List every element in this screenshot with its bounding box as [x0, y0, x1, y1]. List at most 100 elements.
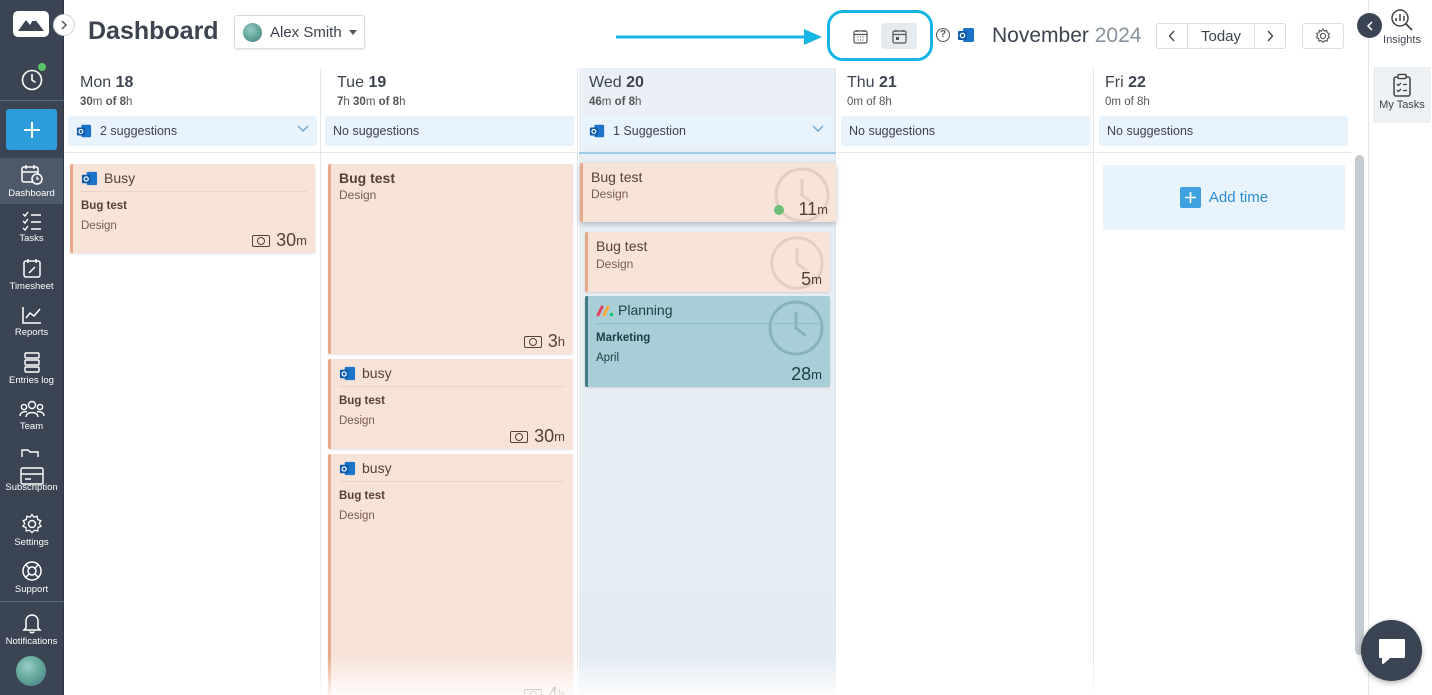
- today-button[interactable]: Today: [1187, 24, 1255, 48]
- duration-unit: m: [811, 272, 822, 287]
- sidebar-item-dashboard[interactable]: Dashboard: [0, 158, 63, 204]
- card-divider: [339, 386, 565, 387]
- unit: m: [365, 96, 376, 108]
- day-view-button[interactable]: [881, 23, 917, 49]
- billable-icon: [252, 234, 271, 247]
- sidebar-item-subscription[interactable]: Subscription: [0, 440, 63, 498]
- user-selector-dropdown[interactable]: Alex Smith: [234, 15, 365, 49]
- panel-item-insights[interactable]: Insights: [1373, 6, 1431, 56]
- time-entry-card[interactable]: busy Bug test Design 30 m: [328, 359, 573, 449]
- chevron-right-icon: [61, 20, 68, 30]
- week-calendar: Mon 18 30m of 8h 2 suggestions Busy Bug …: [64, 68, 1354, 695]
- duration-value: 30: [534, 426, 555, 446]
- sidebar-item-label: Reports: [14, 327, 49, 338]
- unit: h: [1143, 96, 1150, 108]
- outlook-icon: [76, 124, 92, 138]
- day-weekday: Tue: [337, 74, 364, 91]
- suggestions-label: 2 suggestions: [100, 124, 178, 138]
- chart-line-icon: [21, 307, 41, 324]
- day-number: 22: [1128, 74, 1146, 91]
- running-entry-card[interactable]: Bug test Design 11 m: [580, 163, 836, 222]
- card-duration: 4h: [523, 684, 565, 695]
- panel-item-label: Insights: [1383, 34, 1421, 46]
- help-icon[interactable]: ?: [936, 28, 950, 42]
- user-avatar[interactable]: [16, 656, 46, 686]
- collapse-panel-button[interactable]: [1357, 13, 1382, 38]
- sidebar-item-support[interactable]: Support: [0, 554, 63, 600]
- suggestions-label: No suggestions: [849, 124, 936, 138]
- card-task: Bug test: [339, 395, 385, 407]
- hours-target: of 8: [866, 96, 886, 108]
- time-entry-card[interactable]: Bug test Design 5m: [585, 232, 830, 292]
- duration-unit: m: [817, 202, 828, 217]
- time-entry-card[interactable]: Busy Bug test Design 30 m: [70, 164, 315, 253]
- next-week-button[interactable]: [1255, 24, 1285, 48]
- sidebar-item-notifications[interactable]: Notifications: [0, 606, 63, 652]
- duration-unit: m: [554, 429, 565, 444]
- add-time-button[interactable]: Add time: [1103, 165, 1345, 230]
- sidebar-item-tasks[interactable]: Tasks: [0, 205, 63, 251]
- chat-support-button[interactable]: [1361, 620, 1422, 681]
- current-month-label: November 2024: [992, 24, 1141, 48]
- day-weekday: Mon: [80, 74, 112, 91]
- hours-target: of 8: [1124, 96, 1144, 108]
- card-title: Planning: [618, 302, 673, 318]
- time-entry-card[interactable]: Planning Marketing April 28 m: [585, 296, 830, 387]
- calendar-settings-button[interactable]: [1302, 23, 1344, 49]
- chevron-left-icon: [1168, 30, 1175, 42]
- sidebar-item-entries-log[interactable]: Entries log: [0, 346, 63, 392]
- timesheet-icon: [22, 259, 41, 278]
- vertical-scrollbar[interactable]: [1355, 155, 1364, 655]
- billable-icon: [510, 430, 529, 443]
- suggestions-dropdown[interactable]: 1 Suggestion: [581, 116, 832, 146]
- duration-value: 5: [801, 269, 812, 289]
- year-value: 2024: [1094, 24, 1142, 47]
- sidebar-item-reports[interactable]: Reports: [0, 299, 63, 345]
- unit: h: [343, 96, 350, 108]
- sidebar-divider: [0, 100, 64, 101]
- selected-user-name: Alex Smith: [270, 23, 342, 41]
- add-entry-button[interactable]: [6, 109, 57, 150]
- previous-week-button[interactable]: [1157, 24, 1187, 48]
- chat-bubble-icon: [1378, 638, 1405, 664]
- outlook-icon: [589, 124, 605, 138]
- unit: m: [601, 96, 612, 108]
- sidebar-item-team[interactable]: Team: [0, 393, 63, 439]
- sidebar-item-timesheet[interactable]: Timesheet: [0, 252, 63, 298]
- card-project: Design: [596, 257, 634, 271]
- date-navigation: Today: [1156, 23, 1286, 49]
- day-column-wed-today: Wed 20 46m of 8h 1 Suggestion Bug test D…: [579, 68, 836, 695]
- duration-unit: h: [557, 687, 565, 695]
- expand-sidebar-button[interactable]: [53, 14, 75, 36]
- sidebar-item-label: Dashboard: [8, 188, 55, 199]
- card-duration: 30 m: [252, 230, 307, 251]
- panel-item-my-tasks[interactable]: My Tasks: [1373, 67, 1431, 123]
- card-task: Bug test: [339, 490, 385, 502]
- outlook-icon[interactable]: [957, 26, 975, 44]
- header-divider: [837, 152, 1094, 153]
- sidebar-divider: [0, 601, 64, 602]
- hours-target: of 8: [105, 96, 127, 108]
- sidebar-item-settings[interactable]: Settings: [0, 507, 63, 553]
- card-task: Bug test: [81, 200, 127, 212]
- day-name: Wed 20: [589, 74, 644, 92]
- suggestions-dropdown[interactable]: 2 suggestions: [68, 116, 317, 146]
- month-view-button[interactable]: [842, 23, 878, 49]
- time-entry-card[interactable]: busy Bug test Design 4h: [328, 454, 573, 695]
- day-weekday: Wed: [589, 74, 622, 91]
- card-divider: [596, 323, 822, 324]
- user-avatar: [243, 22, 262, 42]
- subscription-icon: [19, 449, 44, 485]
- timer-clock-icon[interactable]: [20, 68, 44, 92]
- list-icon: [23, 352, 40, 373]
- hours-logged: 30: [80, 96, 93, 108]
- card-duration: 30 m: [510, 426, 565, 447]
- unit: m: [853, 96, 863, 108]
- sidebar-item-label: Subscription: [5, 482, 58, 493]
- suggestions-label: 1 Suggestion: [613, 124, 686, 138]
- app-logo[interactable]: [13, 11, 49, 37]
- time-entry-card[interactable]: Bug test Design 3h: [328, 164, 573, 354]
- suggestions-bar: No suggestions: [325, 116, 574, 146]
- add-time-label: Add time: [1208, 189, 1269, 206]
- bell-icon: [21, 614, 42, 634]
